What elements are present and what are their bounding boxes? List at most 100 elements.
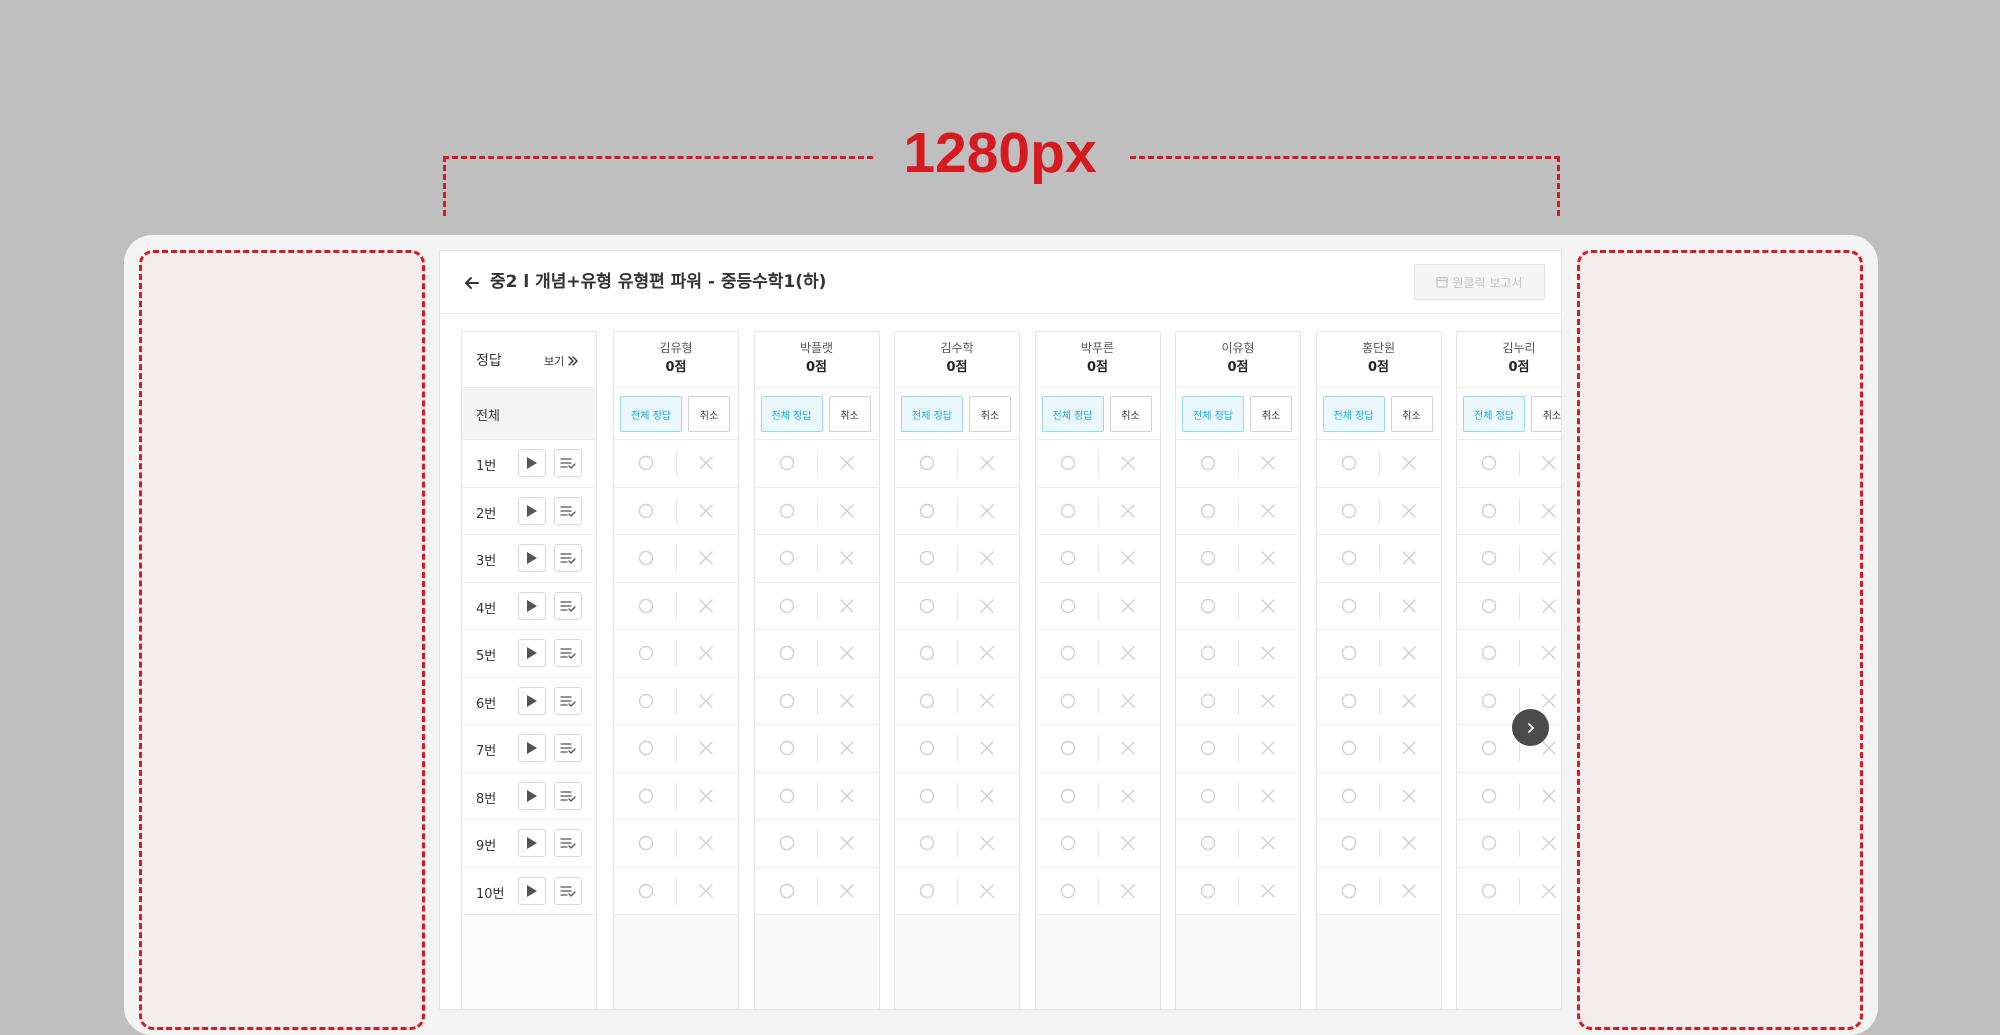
circle-o-icon[interactable]: [638, 455, 654, 471]
circle-o-icon[interactable]: [638, 693, 654, 709]
answer-list-button[interactable]: [554, 829, 582, 857]
circle-o-icon[interactable]: [638, 550, 654, 566]
circle-o-icon[interactable]: [638, 503, 654, 519]
circle-o-icon[interactable]: [1060, 835, 1076, 851]
circle-o-icon[interactable]: [779, 598, 795, 614]
play-button[interactable]: [518, 781, 546, 810]
x-mark-icon[interactable]: [979, 645, 995, 661]
cancel-button[interactable]: 취소: [688, 396, 730, 432]
x-mark-icon[interactable]: [839, 645, 855, 661]
circle-o-icon[interactable]: [1481, 693, 1497, 709]
x-mark-icon[interactable]: [1260, 883, 1276, 899]
x-mark-icon[interactable]: [979, 598, 995, 614]
x-mark-icon[interactable]: [698, 503, 714, 519]
circle-o-icon[interactable]: [1341, 740, 1357, 756]
play-button[interactable]: [518, 591, 546, 620]
circle-o-icon[interactable]: [919, 740, 935, 756]
all-correct-button[interactable]: 전체 정답: [901, 396, 963, 432]
circle-o-icon[interactable]: [1481, 598, 1497, 614]
x-mark-icon[interactable]: [1120, 788, 1136, 804]
x-mark-icon[interactable]: [698, 788, 714, 804]
one-click-report-button[interactable]: 원클릭 보고서: [1414, 264, 1545, 300]
cancel-button[interactable]: 취소: [828, 396, 871, 432]
x-mark-icon[interactable]: [979, 503, 995, 519]
x-mark-icon[interactable]: [1260, 645, 1276, 661]
circle-o-icon[interactable]: [919, 598, 935, 614]
x-mark-icon[interactable]: [1541, 740, 1557, 756]
circle-o-icon[interactable]: [1481, 503, 1497, 519]
circle-o-icon[interactable]: [1481, 645, 1497, 661]
x-mark-icon[interactable]: [698, 693, 714, 709]
x-mark-icon[interactable]: [1260, 740, 1276, 756]
x-mark-icon[interactable]: [1401, 503, 1417, 519]
play-button[interactable]: [518, 496, 546, 525]
x-mark-icon[interactable]: [698, 740, 714, 756]
circle-o-icon[interactable]: [638, 788, 654, 804]
x-mark-icon[interactable]: [839, 788, 855, 804]
circle-o-icon[interactable]: [1200, 835, 1216, 851]
circle-o-icon[interactable]: [1481, 883, 1497, 899]
circle-o-icon[interactable]: [638, 598, 654, 614]
x-mark-icon[interactable]: [698, 835, 714, 851]
circle-o-icon[interactable]: [1200, 883, 1216, 899]
answer-list-button[interactable]: [554, 591, 582, 620]
circle-o-icon[interactable]: [779, 883, 795, 899]
x-mark-icon[interactable]: [1541, 693, 1557, 709]
x-mark-icon[interactable]: [839, 740, 855, 756]
x-mark-icon[interactable]: [1120, 645, 1136, 661]
x-mark-icon[interactable]: [979, 455, 995, 471]
x-mark-icon[interactable]: [1260, 835, 1276, 851]
circle-o-icon[interactable]: [1200, 503, 1216, 519]
circle-o-icon[interactable]: [779, 645, 795, 661]
x-mark-icon[interactable]: [839, 455, 855, 471]
x-mark-icon[interactable]: [1401, 598, 1417, 614]
circle-o-icon[interactable]: [1200, 455, 1216, 471]
answer-list-button[interactable]: [554, 449, 582, 477]
circle-o-icon[interactable]: [1200, 598, 1216, 614]
circle-o-icon[interactable]: [1341, 883, 1357, 899]
x-mark-icon[interactable]: [1541, 835, 1557, 851]
view-answers-toggle[interactable]: 보기: [544, 353, 579, 369]
x-mark-icon[interactable]: [1401, 550, 1417, 566]
circle-o-icon[interactable]: [1200, 740, 1216, 756]
x-mark-icon[interactable]: [1401, 788, 1417, 804]
circle-o-icon[interactable]: [1200, 788, 1216, 804]
x-mark-icon[interactable]: [1260, 693, 1276, 709]
x-mark-icon[interactable]: [839, 883, 855, 899]
play-button[interactable]: [518, 829, 546, 857]
x-mark-icon[interactable]: [1260, 550, 1276, 566]
x-mark-icon[interactable]: [979, 693, 995, 709]
circle-o-icon[interactable]: [638, 740, 654, 756]
x-mark-icon[interactable]: [1120, 550, 1136, 566]
x-mark-icon[interactable]: [1260, 788, 1276, 804]
play-button[interactable]: [518, 876, 546, 905]
circle-o-icon[interactable]: [638, 883, 654, 899]
circle-o-icon[interactable]: [779, 550, 795, 566]
circle-o-icon[interactable]: [1341, 550, 1357, 566]
x-mark-icon[interactable]: [979, 883, 995, 899]
x-mark-icon[interactable]: [698, 645, 714, 661]
circle-o-icon[interactable]: [1341, 598, 1357, 614]
circle-o-icon[interactable]: [1060, 788, 1076, 804]
x-mark-icon[interactable]: [1120, 883, 1136, 899]
x-mark-icon[interactable]: [979, 740, 995, 756]
x-mark-icon[interactable]: [1120, 693, 1136, 709]
circle-o-icon[interactable]: [919, 455, 935, 471]
circle-o-icon[interactable]: [1341, 645, 1357, 661]
cancel-button[interactable]: 취소: [1109, 396, 1152, 432]
answer-list-button[interactable]: [554, 781, 582, 810]
circle-o-icon[interactable]: [919, 645, 935, 661]
circle-o-icon[interactable]: [919, 788, 935, 804]
cancel-button[interactable]: 취소: [1390, 396, 1433, 432]
x-mark-icon[interactable]: [1260, 455, 1276, 471]
answer-list-button[interactable]: [554, 639, 582, 667]
circle-o-icon[interactable]: [1481, 550, 1497, 566]
x-mark-icon[interactable]: [839, 598, 855, 614]
circle-o-icon[interactable]: [1481, 788, 1497, 804]
x-mark-icon[interactable]: [698, 598, 714, 614]
x-mark-icon[interactable]: [1541, 598, 1557, 614]
x-mark-icon[interactable]: [1401, 740, 1417, 756]
answer-list-button[interactable]: [554, 876, 582, 905]
x-mark-icon[interactable]: [1541, 455, 1557, 471]
x-mark-icon[interactable]: [839, 550, 855, 566]
